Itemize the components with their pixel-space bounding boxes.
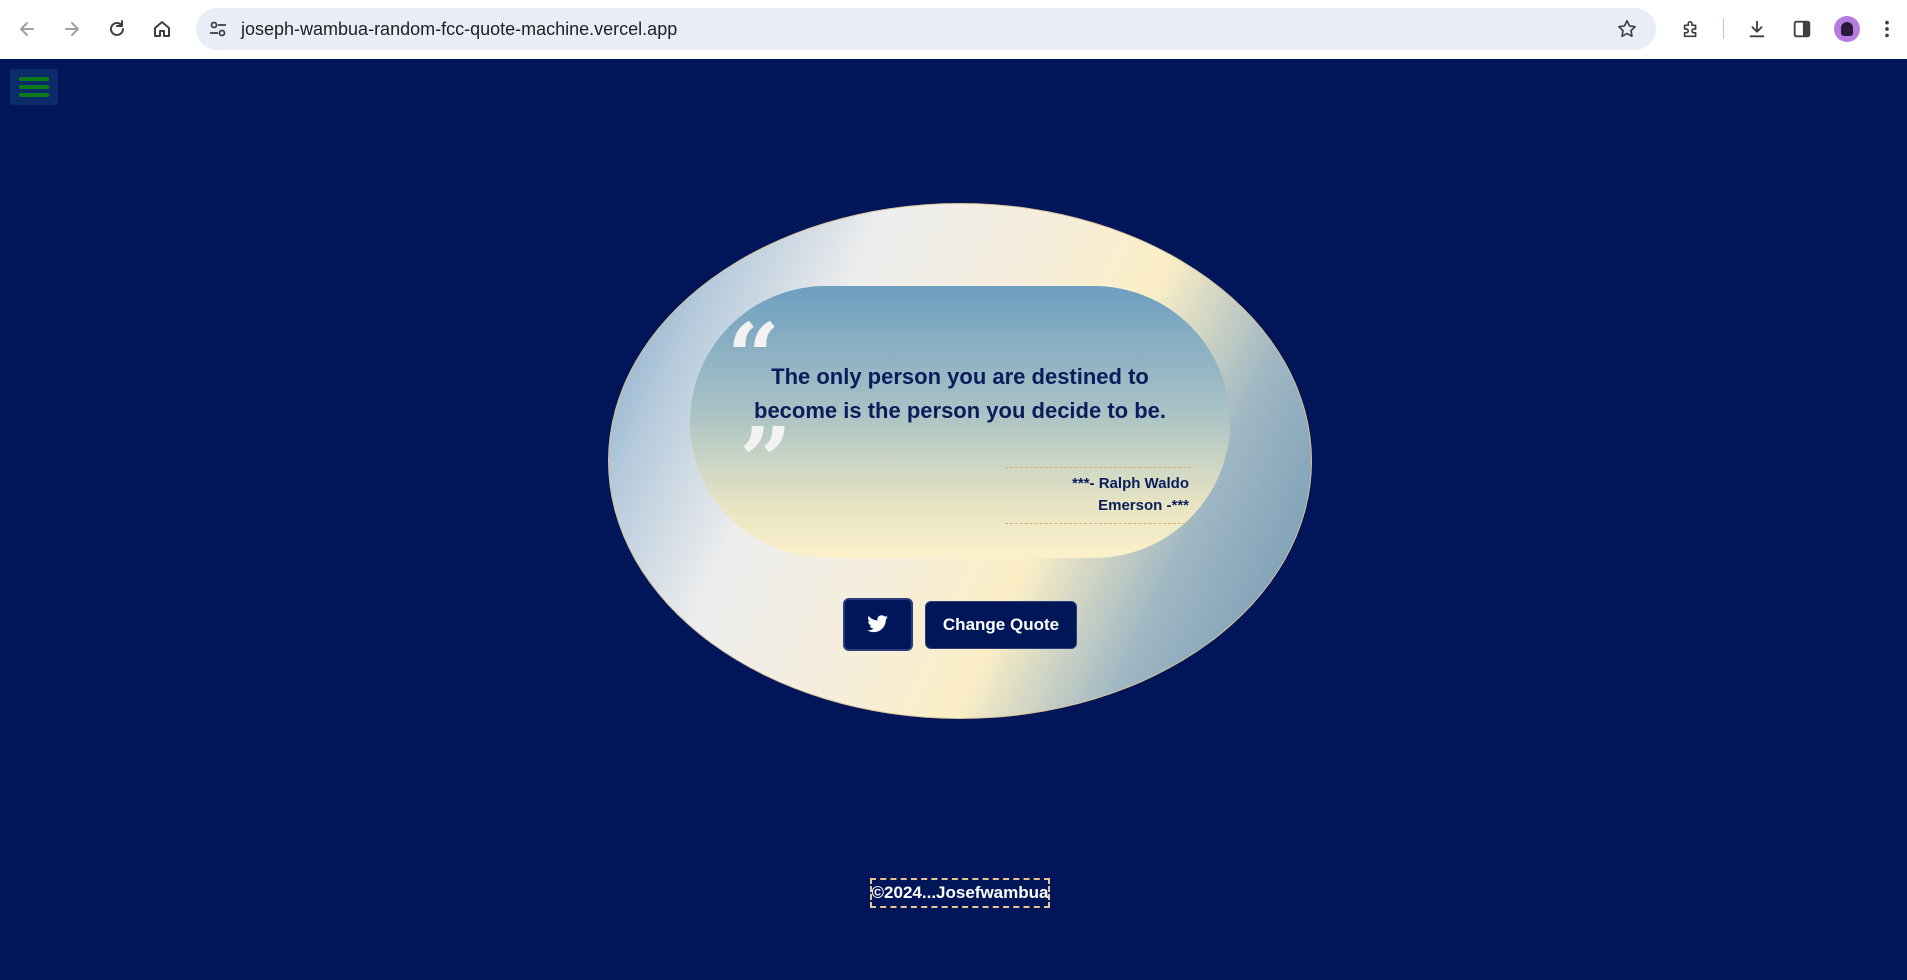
extensions-icon [1683,20,1697,38]
tweet-quote-button[interactable] [843,598,913,651]
site-info-icon[interactable] [208,19,228,39]
change-quote-button[interactable]: Change Quote [925,601,1077,649]
reload-icon [110,20,124,36]
side-panel-icon [1793,20,1811,38]
back-button[interactable] [10,12,44,46]
twitter-icon [867,614,888,632]
address-bar[interactable]: joseph-wambua-random-fcc-quote-machine.v… [196,8,1656,50]
forward-icon [65,22,79,36]
download-icon [1749,20,1765,38]
browser-toolbar: joseph-wambua-random-fcc-quote-machine.v… [0,0,1907,59]
quote-text: The only person you are destined to beco… [754,364,1166,423]
menu-bar [19,85,49,89]
hamburger-icon[interactable] [10,69,58,105]
menu-bar [19,77,49,81]
avatar-figure [1841,22,1853,36]
profile-avatar[interactable] [1834,16,1860,42]
menu-bar [19,93,49,97]
more-menu-icon [1885,20,1889,38]
back-icon [20,22,34,36]
reload-button[interactable] [100,12,134,46]
forward-button[interactable] [55,12,89,46]
quote-author: ***- Ralph Waldo Emerson -*** [1005,467,1191,524]
copyright-footer: ©2024...Josefwambua [870,878,1050,908]
home-icon [154,21,170,37]
bookmark-star-icon[interactable] [1616,18,1638,40]
url-text[interactable]: joseph-wambua-random-fcc-quote-machine.v… [241,19,677,40]
home-button[interactable] [145,12,179,46]
extensions-button[interactable] [1675,13,1707,45]
downloads-button[interactable] [1741,13,1773,45]
more-menu-button[interactable] [1871,13,1903,45]
close-quote-icon: ” [739,407,792,515]
toolbar-divider [1723,19,1724,39]
side-panel-button[interactable] [1786,13,1818,45]
